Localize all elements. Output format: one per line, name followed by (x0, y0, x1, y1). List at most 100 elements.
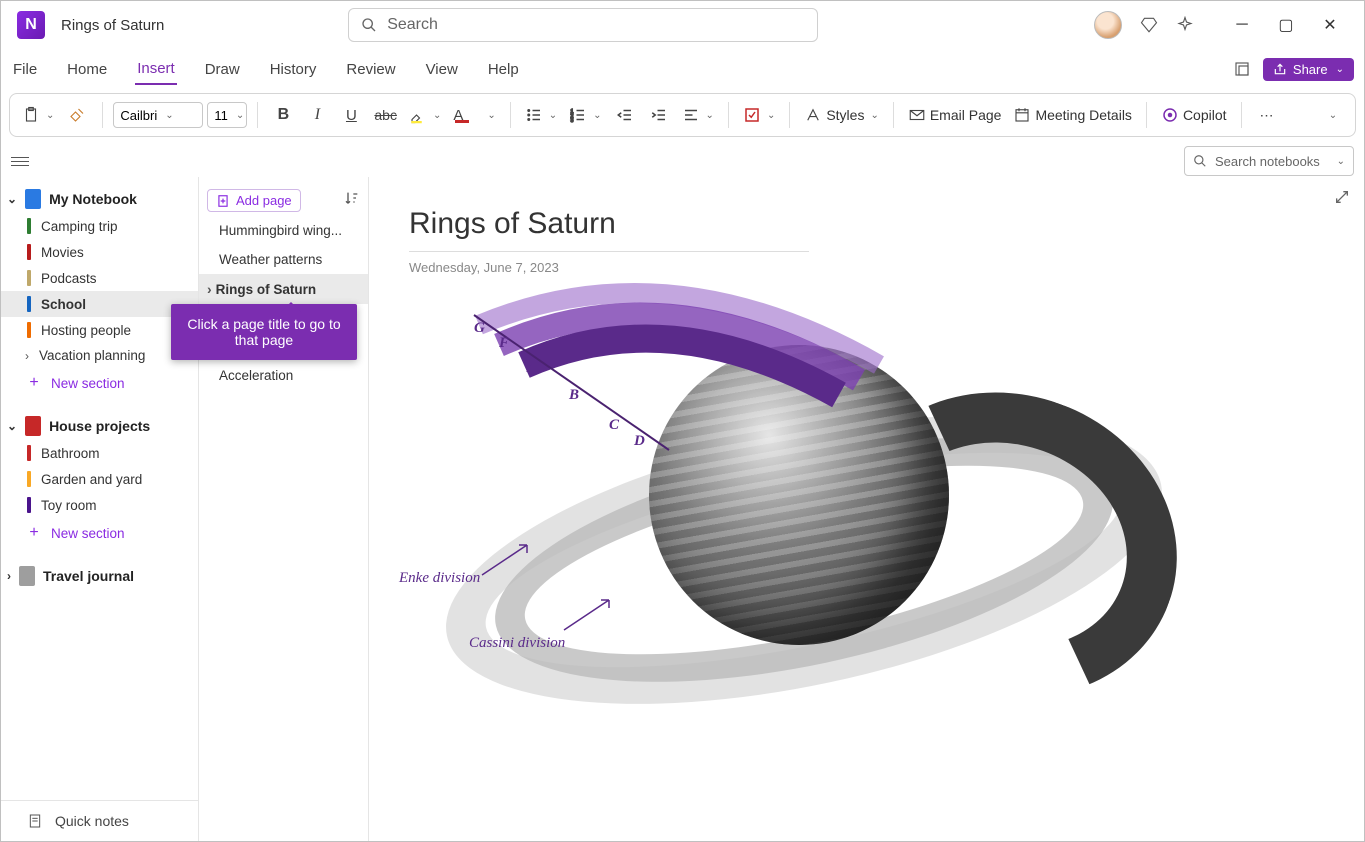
second-bar: Search notebooks ⌄ (1, 145, 1364, 177)
notebook-icon (25, 416, 41, 436)
bold-button[interactable]: B (268, 100, 298, 130)
tab-history[interactable]: History (268, 55, 319, 84)
page-list: Add page Hummingbird wing... Weather pat… (199, 177, 369, 841)
tab-file[interactable]: File (11, 55, 39, 84)
arrow-icon (477, 540, 537, 580)
sidebar-item-garden[interactable]: Garden and yard (1, 466, 198, 492)
add-page-button[interactable]: Add page (207, 189, 301, 212)
ribbon-collapse-button[interactable]: ⌄ (1317, 100, 1347, 130)
tab-help[interactable]: Help (486, 55, 521, 84)
underline-button[interactable]: U (336, 100, 366, 130)
styles-button[interactable]: Styles⌄ (800, 100, 883, 130)
notebook-header-travel-journal[interactable]: › Travel journal (1, 562, 198, 590)
bullet-list-button[interactable]: ⌄ (521, 100, 561, 130)
search-icon (1193, 154, 1207, 168)
share-icon (1273, 62, 1287, 76)
chevron-down-icon: ⌄ (7, 419, 17, 433)
copilot-button[interactable]: Copilot (1157, 100, 1231, 130)
sidebar-item-movies[interactable]: Movies (1, 239, 198, 265)
annotation-cassini: Cassini division (469, 635, 565, 652)
page-item[interactable]: Acceleration (199, 361, 368, 390)
todo-tag-button[interactable]: ⌄ (739, 100, 779, 130)
highlight-button[interactable]: ⌄ (405, 100, 445, 130)
title-underline (409, 251, 809, 252)
chevron-down-icon: ⌄ (1337, 156, 1345, 167)
sidebar-item-bathroom[interactable]: Bathroom (1, 440, 198, 466)
ring-label-f: F (499, 335, 509, 352)
ring-label-a: A (527, 360, 537, 377)
main-area: ⌄ My Notebook Camping trip Movies Podcas… (1, 177, 1364, 841)
sidebar-item-camping-trip[interactable]: Camping trip (1, 213, 198, 239)
new-section-button[interactable]: +New section (1, 368, 198, 398)
notebook-icon (19, 566, 35, 586)
format-painter-button[interactable] (62, 100, 92, 130)
maximize-button[interactable]: ▢ (1264, 9, 1308, 41)
search-icon (361, 17, 377, 33)
tab-view[interactable]: View (424, 55, 460, 84)
notebook-header-house-projects[interactable]: ⌄ House projects (1, 412, 198, 440)
fullscreen-icon[interactable] (1233, 60, 1251, 78)
sidebar-item-podcasts[interactable]: Podcasts (1, 265, 198, 291)
svg-text:3: 3 (571, 118, 574, 124)
arrow-icon (559, 595, 619, 635)
outdent-button[interactable] (610, 100, 640, 130)
title-bar: N Rings of Saturn Search ─ ▢ ✕ (1, 1, 1364, 49)
more-button[interactable]: ⋯ (1252, 100, 1282, 130)
page-canvas[interactable]: Rings of Saturn Wednesday, June 7, 2023 … (369, 177, 1364, 841)
sidebar-item-vacation-planning[interactable]: ›Vacation planning (1, 343, 198, 368)
align-button[interactable]: ⌄ (678, 100, 718, 130)
ribbon: ⌄ Cailbri⌄ 11⌄ B I U abc ⌄ A⌄ ⌄ 123⌄ ⌄ ⌄… (9, 93, 1356, 137)
navigation-toggle-button[interactable] (11, 157, 29, 166)
saturn-image: G F A B C D Enke division Cassini divisi… (409, 305, 1189, 765)
plus-icon: + (27, 374, 41, 392)
plus-icon: + (27, 524, 41, 542)
sparkle-icon[interactable] (1176, 16, 1194, 34)
tab-home[interactable]: Home (65, 55, 109, 84)
canvas-date: Wednesday, June 7, 2023 (409, 260, 1324, 275)
add-page-icon (216, 194, 230, 208)
close-button[interactable]: ✕ (1308, 9, 1352, 41)
tab-insert[interactable]: Insert (135, 54, 177, 85)
minimize-button[interactable]: ─ (1220, 9, 1264, 41)
note-icon (27, 813, 43, 829)
tab-review[interactable]: Review (344, 55, 397, 84)
meeting-details-button[interactable]: Meeting Details (1009, 100, 1136, 130)
diamond-icon[interactable] (1140, 16, 1158, 34)
share-button[interactable]: Share ⌄ (1263, 58, 1354, 81)
font-color-button[interactable]: A⌄ (449, 100, 499, 130)
share-label: Share (1293, 62, 1328, 77)
title-actions: ─ ▢ ✕ (1094, 9, 1352, 41)
italic-button[interactable]: I (302, 100, 332, 130)
font-name-select[interactable]: Cailbri⌄ (113, 102, 203, 128)
indent-button[interactable] (644, 100, 674, 130)
search-notebooks-input[interactable]: Search notebooks ⌄ (1184, 146, 1354, 176)
sidebar-item-toy-room[interactable]: Toy room (1, 492, 198, 518)
avatar[interactable] (1094, 11, 1122, 39)
page-item[interactable]: Hummingbird wing... (199, 216, 368, 245)
strikethrough-button[interactable]: abc (370, 100, 401, 130)
email-page-button[interactable]: Email Page (904, 100, 1006, 130)
expand-icon[interactable] (1334, 189, 1350, 210)
sidebar-item-hosting-people[interactable]: Hosting people (1, 317, 198, 343)
font-size-select[interactable]: 11⌄ (207, 102, 247, 128)
quick-notes-button[interactable]: Quick notes (1, 800, 198, 841)
tab-draw[interactable]: Draw (203, 55, 242, 84)
page-title: Rings of Saturn (61, 17, 164, 34)
app-icon: N (17, 11, 45, 39)
search-placeholder: Search (387, 16, 438, 34)
sidebar-item-school[interactable]: School (1, 291, 198, 317)
ring-label-d: D (634, 433, 645, 450)
numbered-list-button[interactable]: 123⌄ (565, 100, 605, 130)
ring-label-c: C (609, 417, 619, 434)
notebook-header-my-notebook[interactable]: ⌄ My Notebook (1, 185, 198, 213)
chevron-down-icon: ⌄ (1336, 64, 1344, 75)
paste-button[interactable]: ⌄ (18, 100, 58, 130)
new-section-button[interactable]: +New section (1, 518, 198, 548)
page-item[interactable]: Weather patterns (199, 245, 368, 274)
search-input[interactable]: Search (348, 8, 818, 42)
ring-label-b: B (569, 387, 579, 404)
chevron-down-icon: ⌄ (7, 192, 17, 206)
canvas-title[interactable]: Rings of Saturn (409, 207, 1324, 241)
sort-button[interactable] (344, 190, 360, 211)
ring-label-g: G (474, 320, 485, 337)
